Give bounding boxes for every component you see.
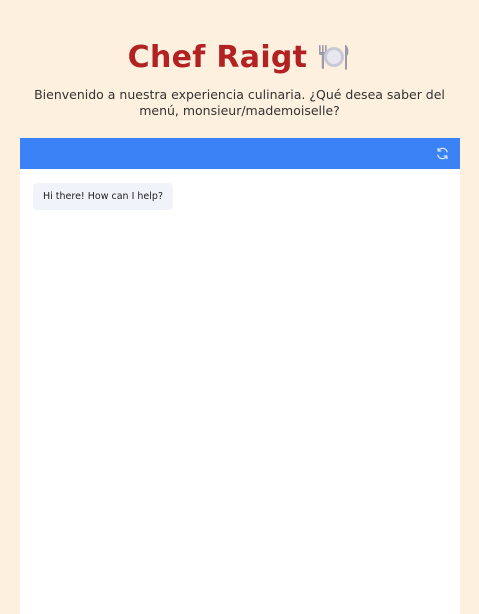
- chat-window: Hi there! How can I help?: [20, 138, 460, 614]
- title-row: Chef Raigt: [0, 36, 479, 78]
- refresh-icon: [437, 147, 448, 160]
- chat-header-bar: [20, 138, 460, 169]
- fork-plate-knife-icon: [317, 42, 351, 72]
- page-title: Chef Raigt: [127, 39, 308, 75]
- refresh-button[interactable]: [435, 146, 450, 161]
- chat-messages-area[interactable]: Hi there! How can I help?: [20, 169, 460, 614]
- welcome-subtitle: Bienvenido a nuestra experiencia culinar…: [34, 87, 445, 118]
- bot-message-bubble: Hi there! How can I help?: [33, 183, 173, 210]
